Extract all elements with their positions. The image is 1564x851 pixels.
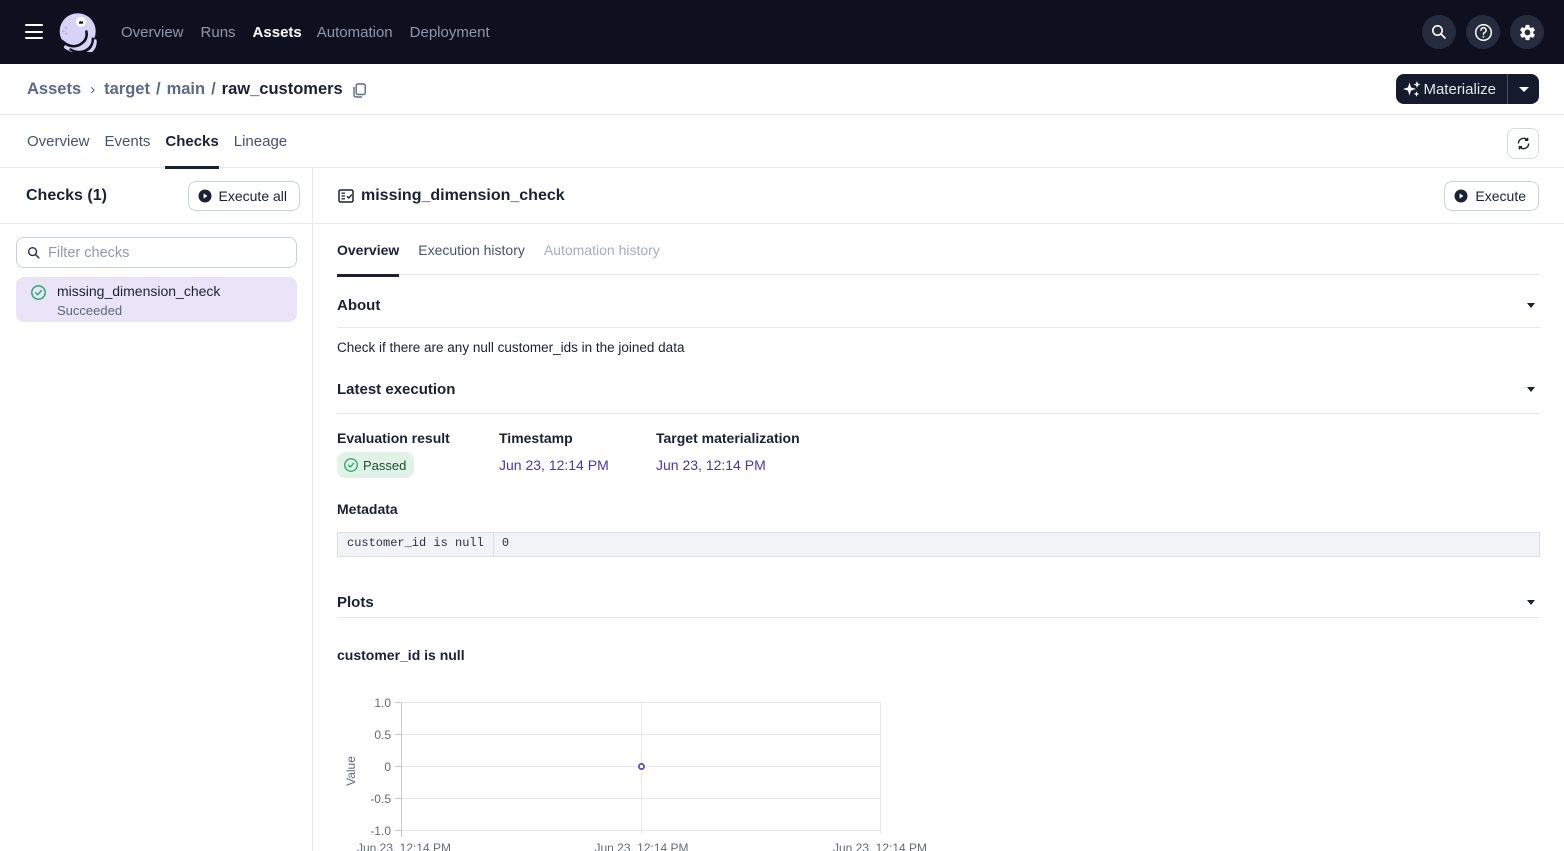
svg-text:-1.0: -1.0 xyxy=(370,824,391,838)
svg-text:Jun 23, 12:14 PM: Jun 23, 12:14 PM xyxy=(594,841,688,851)
svg-text:Jun 23, 12:14 PM: Jun 23, 12:14 PM xyxy=(357,841,451,851)
svg-text:Value: Value xyxy=(344,756,358,786)
svg-text:Jun 23, 12:14 PM: Jun 23, 12:14 PM xyxy=(833,841,927,851)
svg-text:-0.5: -0.5 xyxy=(370,792,391,806)
svg-text:1.0: 1.0 xyxy=(374,696,391,710)
svg-text:0: 0 xyxy=(384,760,391,774)
svg-text:0.5: 0.5 xyxy=(374,728,391,742)
